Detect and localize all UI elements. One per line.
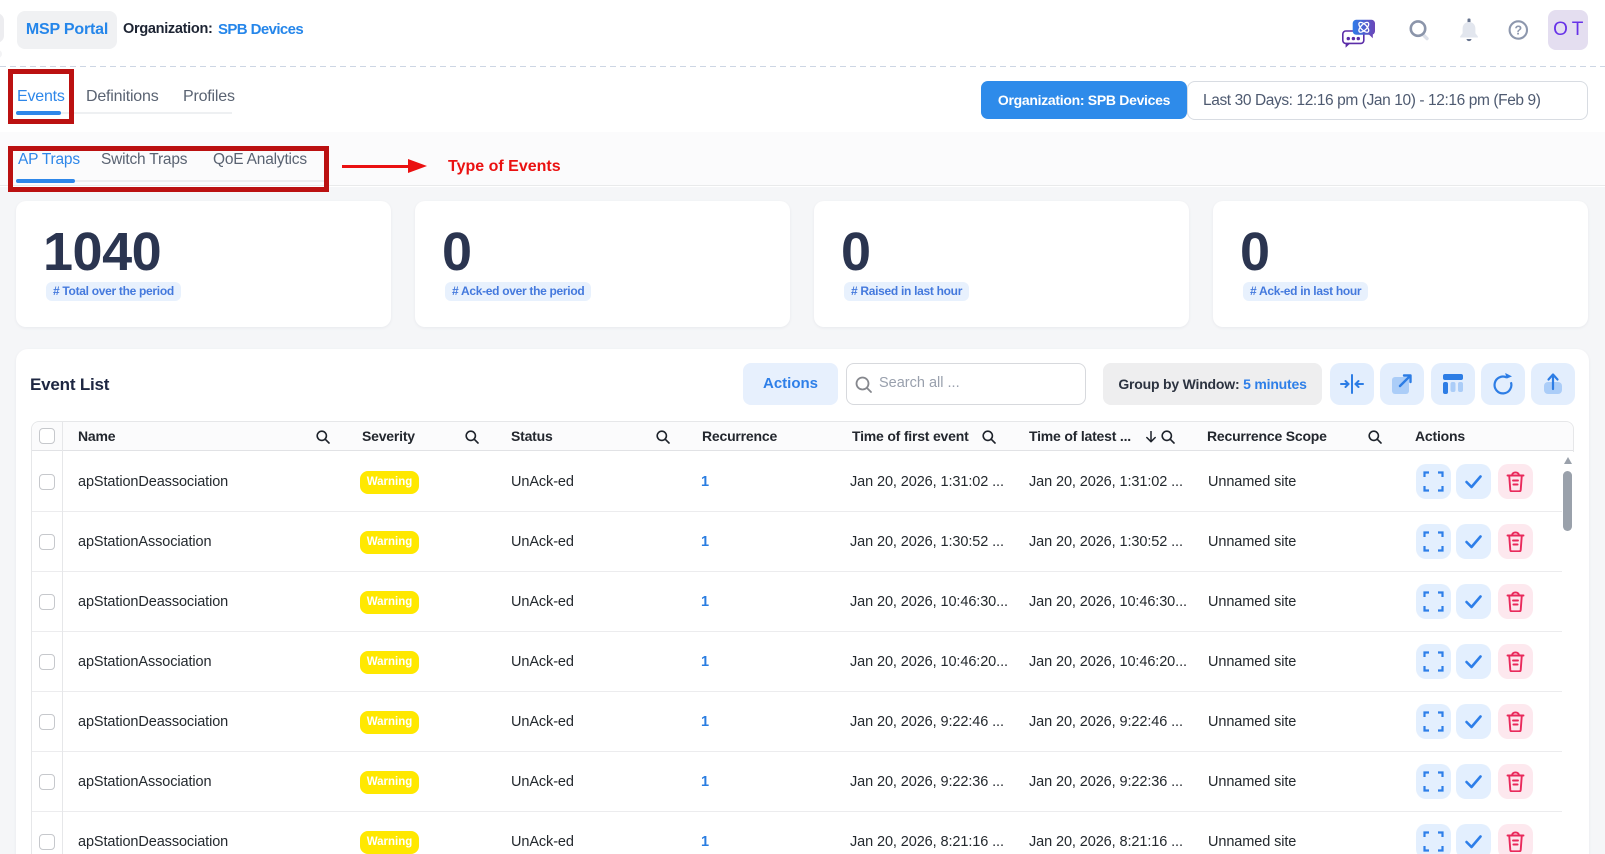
svg-text:?: ? [1514,24,1522,38]
